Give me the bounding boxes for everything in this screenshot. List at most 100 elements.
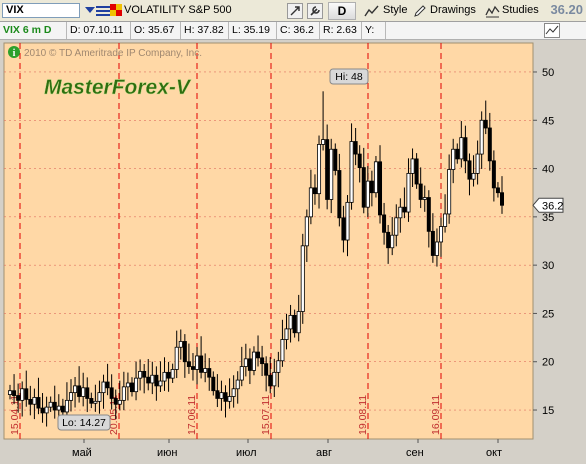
candle-up <box>44 406 49 414</box>
toolbar: VIX VOLATILITY S&P 500 D Style Drawings … <box>0 0 586 22</box>
x-tick-label: май <box>72 447 92 459</box>
candle-down <box>105 381 110 389</box>
candle-up <box>422 197 427 200</box>
candle-up <box>195 355 200 370</box>
candle-up <box>117 399 122 405</box>
y-tick-label: 30 <box>542 260 554 272</box>
candle-down <box>142 370 147 378</box>
y-tick-label: 40 <box>542 164 554 176</box>
last-price: 36.20 <box>550 2 583 17</box>
style-chart-icon[interactable] <box>364 3 380 19</box>
candle-down <box>85 387 90 399</box>
candle-up <box>174 346 179 370</box>
candle-up <box>101 381 106 394</box>
candle-down <box>491 160 496 189</box>
candle-up <box>439 226 444 243</box>
x-tick-label: сен <box>406 447 424 459</box>
candle-down <box>109 387 114 399</box>
candle-up <box>434 241 439 256</box>
candle-up <box>300 245 305 312</box>
info-bar: VIX 6 m D D: 07.10.11 O: 35.67 H: 37.82 … <box>0 22 586 40</box>
last-price-marker: 36.2 <box>532 197 564 213</box>
crosshair-tool-icon[interactable] <box>287 3 303 19</box>
candle-up <box>138 370 143 379</box>
candle-up <box>81 387 86 397</box>
candle-down <box>333 148 338 171</box>
candle-down <box>430 230 435 256</box>
expiry-date-label: 15.04.11 <box>9 395 21 435</box>
drawings-pencil-icon[interactable] <box>412 3 428 19</box>
studies-button[interactable]: Studies <box>499 2 542 20</box>
candle-down <box>211 376 216 392</box>
candle-up <box>373 161 378 194</box>
candle-up <box>296 311 301 334</box>
link-color-icon[interactable] <box>110 4 122 16</box>
candle-up <box>284 328 289 340</box>
y-tick-label: 15 <box>542 405 554 417</box>
symbol-list-icon[interactable] <box>95 3 111 19</box>
candle-down <box>292 314 297 334</box>
candle-down <box>495 187 500 194</box>
info-icon-glyph: i <box>13 48 16 59</box>
candle-down <box>418 183 423 200</box>
candle-up <box>231 388 236 397</box>
candle-up <box>406 172 411 213</box>
compare-chart-icon[interactable] <box>544 23 560 38</box>
x-tick-label: июн <box>157 447 177 459</box>
drawings-button[interactable]: Drawings <box>427 2 479 20</box>
expiry-date-label: 15.07.11 <box>260 395 272 435</box>
price-chart[interactable]: 15.04.11 20.05.11 17.06.11 15.07.11 19.08.11… <box>0 40 586 464</box>
candle-up <box>280 339 285 362</box>
candle-up <box>451 148 456 170</box>
expiry-date-label: 17.06.11 <box>186 395 198 435</box>
candle-down <box>487 127 492 162</box>
candle-down <box>357 153 362 168</box>
candle-up <box>443 213 448 227</box>
last-price-value: 36.2 <box>542 200 563 212</box>
candle-up <box>73 385 78 394</box>
candle-up <box>276 360 281 373</box>
candle-down <box>256 351 261 359</box>
candle-down <box>199 355 204 373</box>
candle-up <box>447 169 452 215</box>
candle-up <box>64 399 69 413</box>
x-tick-label: июл <box>236 447 257 459</box>
candle-up <box>410 158 415 174</box>
candle-down <box>40 407 45 414</box>
symbol-input[interactable]: VIX <box>2 3 80 18</box>
candle-up <box>97 392 102 402</box>
candle-down <box>337 170 342 219</box>
candle-up <box>459 137 464 160</box>
candle-up <box>349 141 354 203</box>
candle-down <box>182 341 187 363</box>
candle-down <box>129 382 134 393</box>
candle-up <box>68 392 73 401</box>
candle-down <box>28 398 33 405</box>
candle-down <box>325 139 330 200</box>
open-value: O: 35.67 <box>131 22 181 39</box>
candle-up <box>471 172 476 180</box>
low-value: L: 35.19 <box>229 22 277 39</box>
candle-down <box>77 385 82 397</box>
candle-down <box>247 358 252 371</box>
candle-down <box>483 119 488 129</box>
instrument-name: VOLATILITY S&P 500 <box>124 4 232 16</box>
candle-down <box>268 374 273 387</box>
candle-down <box>264 363 269 376</box>
candle-down <box>382 214 387 233</box>
candle-up <box>398 206 403 219</box>
candle-up <box>134 377 139 393</box>
style-button[interactable]: Style <box>380 2 410 20</box>
candle-up <box>239 366 244 381</box>
candle-up <box>390 234 395 249</box>
candle-up <box>125 382 130 388</box>
hi-label: Hi: 48 <box>335 71 363 83</box>
range-value: R: 2.63 <box>320 22 362 39</box>
candle-down <box>146 376 151 384</box>
candle-up <box>150 374 155 384</box>
settings-wrench-icon[interactable] <box>307 3 323 19</box>
candle-up <box>321 139 326 145</box>
aggregation-button[interactable]: D <box>328 2 356 20</box>
candle-up <box>304 216 309 247</box>
candle-up <box>394 217 399 236</box>
